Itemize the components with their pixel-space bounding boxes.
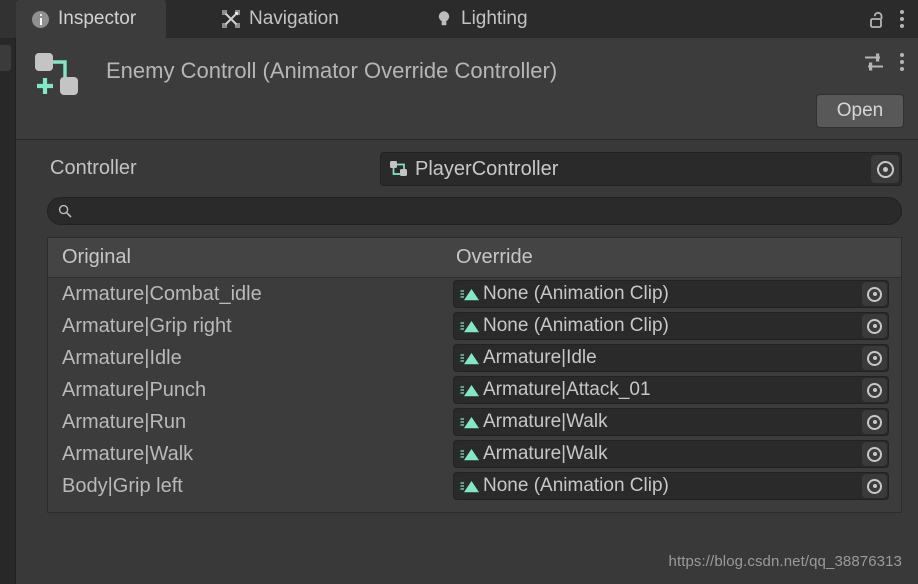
table-row: Armature|Idle Armature|Idle [48, 342, 901, 374]
original-clip-name: Armature|Walk [62, 442, 194, 465]
page-title: Enemy Controll (Animator Override Contro… [106, 58, 558, 83]
controller-object-field[interactable]: PlayerController [380, 152, 902, 186]
object-picker-icon[interactable] [862, 346, 887, 370]
table-body: Armature|Combat_idle None (Animation Cli… [48, 278, 901, 502]
animation-clip-icon [460, 479, 480, 494]
tab-inspector[interactable]: Inspector [16, 0, 166, 38]
override-clip-name: Armature|Idle [483, 347, 597, 368]
object-picker-icon[interactable] [862, 378, 887, 402]
override-object-field[interactable]: None (Animation Clip) [453, 312, 889, 340]
animation-clip-icon [460, 351, 480, 366]
column-header-original: Original [62, 246, 131, 268]
table-row: Armature|Combat_idle None (Animation Cli… [48, 278, 901, 310]
tab-bar-controls [869, 0, 918, 38]
search-input[interactable] [78, 202, 901, 220]
original-clip-name: Armature|Run [62, 410, 187, 433]
object-picker-icon[interactable] [862, 314, 887, 338]
override-object-field[interactable]: Armature|Attack_01 [453, 376, 889, 404]
table-row: Body|Grip left None (Animation Clip) [48, 470, 901, 502]
kebab-menu-icon[interactable] [899, 53, 904, 72]
unity-inspector-window: Inspector Navigation Lighting Enemy Cont… [0, 0, 918, 584]
override-object-field[interactable]: Armature|Idle [453, 344, 889, 372]
override-table: Original Override Armature|Combat_idle N… [47, 237, 902, 513]
adjacent-panel-widget [0, 44, 12, 72]
override-object-field[interactable]: Armature|Walk [453, 440, 889, 468]
object-picker-icon[interactable] [862, 474, 887, 498]
override-object-field[interactable]: None (Animation Clip) [453, 472, 889, 500]
override-clip-name: None (Animation Clip) [483, 315, 669, 336]
table-row: Armature|Grip right None (Animation Clip… [48, 310, 901, 342]
adjacent-panel-edge [0, 0, 16, 584]
object-picker-icon[interactable] [862, 282, 887, 306]
preset-sliders-icon[interactable] [863, 52, 885, 72]
controller-value: PlayerController [415, 157, 559, 180]
unlocked-padlock-icon[interactable] [869, 10, 885, 29]
tab-bar: Inspector Navigation Lighting [16, 0, 918, 38]
object-header: Enemy Controll (Animator Override Contro… [16, 38, 918, 140]
adjacent-panel-tabbar [0, 0, 16, 38]
animation-clip-icon [460, 319, 480, 334]
search-field[interactable] [47, 197, 902, 225]
table-row: Armature|Walk Armature|Walk [48, 438, 901, 470]
open-button[interactable]: Open [816, 94, 904, 128]
override-clip-name: None (Animation Clip) [483, 475, 669, 496]
object-picker-icon[interactable] [862, 410, 887, 434]
override-clip-name: Armature|Walk [483, 411, 608, 432]
override-clip-name: Armature|Walk [483, 443, 608, 464]
search-icon [58, 204, 72, 218]
tab-lighting[interactable]: Lighting [420, 0, 544, 38]
animator-controller-icon [389, 160, 409, 178]
animator-override-controller-icon [34, 51, 80, 97]
original-clip-name: Armature|Punch [62, 378, 207, 401]
animation-clip-icon [460, 287, 480, 302]
animation-clip-icon [460, 415, 480, 430]
tab-navigation-label: Navigation [249, 8, 339, 29]
tab-lighting-label: Lighting [461, 8, 528, 29]
override-object-field[interactable]: Armature|Walk [453, 408, 889, 436]
original-clip-name: Armature|Combat_idle [62, 282, 262, 305]
watermark-url: https://blog.csdn.net/qq_38876313 [668, 553, 902, 570]
override-clip-name: None (Animation Clip) [483, 283, 669, 304]
original-clip-name: Armature|Grip right [62, 314, 232, 337]
table-row: Armature|Punch Armature|Attack_01 [48, 374, 901, 406]
tab-navigation[interactable]: Navigation [206, 0, 355, 38]
navigation-arrows-icon [222, 10, 240, 28]
lightbulb-icon [436, 9, 452, 29]
object-picker-icon[interactable] [862, 442, 887, 466]
original-clip-name: Body|Grip left [62, 474, 183, 497]
override-object-field[interactable]: None (Animation Clip) [453, 280, 889, 308]
override-clip-name: Armature|Attack_01 [483, 379, 651, 400]
object-header-controls [863, 52, 904, 72]
animation-clip-icon [460, 383, 480, 398]
object-picker-icon[interactable] [871, 155, 899, 183]
table-row: Armature|Run Armature|Walk [48, 406, 901, 438]
original-clip-name: Armature|Idle [62, 346, 182, 369]
controller-row: Controller PlayerController [16, 152, 918, 186]
inspector-body: Controller PlayerController Original Ove… [16, 140, 918, 584]
controller-label: Controller [50, 157, 137, 179]
column-header-override: Override [456, 246, 533, 268]
kebab-menu-icon[interactable] [899, 10, 904, 29]
info-circle-icon [32, 10, 49, 28]
tab-inspector-label: Inspector [58, 8, 137, 29]
animation-clip-icon [460, 447, 480, 462]
table-header-row: Original Override [48, 238, 901, 278]
